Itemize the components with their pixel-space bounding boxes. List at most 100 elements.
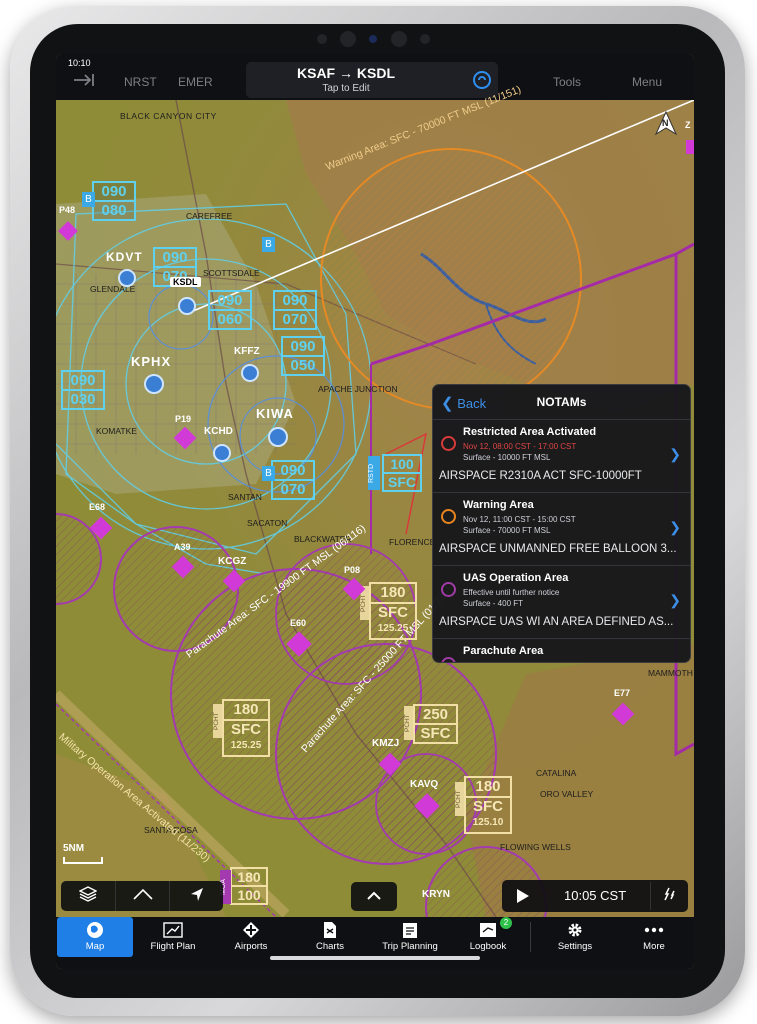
camera-dot bbox=[420, 34, 430, 44]
altitude-top: 100 bbox=[384, 456, 420, 474]
track-up-button[interactable] bbox=[169, 881, 224, 911]
tab-flight-plan[interactable]: Flight Plan bbox=[135, 917, 211, 957]
airport-symbol[interactable] bbox=[213, 444, 231, 462]
airport-label[interactable]: KMZJ bbox=[372, 738, 399, 749]
airport-label[interactable]: KSDL bbox=[170, 277, 201, 287]
airport-symbol[interactable] bbox=[89, 516, 113, 540]
altitude-bottom: 080 bbox=[101, 202, 127, 219]
tab-trip-planning[interactable]: Trip Planning bbox=[372, 917, 448, 957]
airport-label[interactable]: KCGZ bbox=[218, 556, 246, 567]
altitude-box: 090 050 bbox=[281, 336, 325, 376]
altitude-top: 180 bbox=[466, 778, 510, 798]
airport-symbol[interactable] bbox=[178, 297, 196, 315]
chevron-right-icon: ❯ bbox=[669, 446, 681, 462]
home-indicator[interactable] bbox=[270, 956, 480, 960]
weather-button[interactable] bbox=[650, 882, 687, 910]
app-screen: 10:10 NRST EMER KSAF → KSDL Tap to Edit … bbox=[56, 54, 694, 969]
logbook-icon bbox=[450, 920, 526, 940]
airport-symbol[interactable] bbox=[686, 140, 694, 154]
airport-symbol[interactable] bbox=[118, 269, 136, 287]
notam-row-text: AIRSPACE UAS WI AN AREA DEFINED AS... bbox=[439, 616, 674, 628]
airport-label[interactable]: E77 bbox=[614, 688, 630, 698]
layers-button[interactable] bbox=[61, 881, 115, 911]
tab-more[interactable]: More bbox=[616, 917, 692, 957]
tab-map[interactable]: Map bbox=[57, 917, 133, 957]
altitude-bottom: SFC bbox=[388, 474, 416, 490]
tab-settings[interactable]: Settings bbox=[537, 917, 613, 957]
camera-dot bbox=[391, 31, 407, 47]
tab-logbook[interactable]: 2 Logbook bbox=[450, 917, 526, 957]
airport-label[interactable]: Z bbox=[685, 120, 691, 130]
lightning-icon bbox=[661, 887, 677, 906]
airport-symbol[interactable] bbox=[222, 569, 246, 593]
airport-symbol[interactable] bbox=[171, 555, 195, 579]
camera-dot bbox=[317, 34, 327, 44]
flight-plan-icon bbox=[135, 920, 211, 940]
altitude-bottom: SFC bbox=[378, 604, 408, 621]
altitude-box: 090 070 bbox=[273, 290, 317, 330]
notam-row[interactable]: Parachute Area bbox=[433, 639, 690, 662]
parachute-area-label: Parachute Area: SFC - 19900 FT MSL (06/1… bbox=[184, 522, 368, 661]
airport-label[interactable]: KCHD bbox=[204, 426, 233, 437]
frequency-label: 125.25 bbox=[377, 623, 409, 634]
camera-dot bbox=[340, 31, 356, 47]
place-label: ORO VALLEY bbox=[540, 789, 594, 799]
expand-button[interactable] bbox=[351, 882, 397, 911]
pcht-tag: PCHT bbox=[455, 782, 465, 816]
chevron-right-icon: ❯ bbox=[669, 592, 681, 608]
airport-label[interactable]: KAVQ bbox=[410, 779, 438, 790]
airport-symbol[interactable] bbox=[611, 702, 635, 726]
tab-charts[interactable]: Charts bbox=[292, 917, 368, 957]
airport-symbol[interactable] bbox=[268, 427, 288, 447]
notam-row-time: Nov 12, 08:00 CST - 17:00 CST bbox=[463, 442, 577, 451]
airport-symbol[interactable] bbox=[58, 221, 78, 241]
scale-bar bbox=[63, 857, 103, 864]
airport-label[interactable]: KIWA bbox=[256, 406, 294, 421]
class-b-tag: B bbox=[262, 466, 275, 481]
altitude-top: 090 bbox=[273, 462, 313, 481]
altitude-top: 180 bbox=[371, 584, 415, 604]
altitude-top: 090 bbox=[210, 292, 250, 311]
route-button[interactable] bbox=[115, 881, 170, 911]
airport-label[interactable]: E60 bbox=[290, 618, 306, 628]
airport-label[interactable]: KFFZ bbox=[234, 346, 260, 357]
airport-label[interactable]: KRYN bbox=[422, 889, 450, 900]
airport-label[interactable]: KDVT bbox=[106, 250, 143, 264]
parachute-status-dot bbox=[441, 657, 456, 662]
notam-row-time: Effective until further notice bbox=[463, 588, 560, 597]
class-b-tag: B bbox=[82, 192, 95, 207]
altitude-bottom: SFC bbox=[473, 798, 503, 815]
airport-label[interactable]: KPHX bbox=[131, 354, 171, 369]
airport-label[interactable]: P08 bbox=[344, 565, 360, 575]
airport-symbol[interactable] bbox=[173, 426, 197, 450]
uas-status-dot bbox=[441, 582, 456, 597]
airport-label[interactable]: P48 bbox=[59, 205, 75, 215]
airport-symbol[interactable] bbox=[144, 374, 164, 394]
airport-label[interactable]: P19 bbox=[175, 414, 191, 424]
notam-row-text: AIRSPACE R2310A ACT SFC-10000FT bbox=[439, 470, 642, 482]
altitude-top: 090 bbox=[283, 338, 323, 357]
frequency-label: 125.10 bbox=[472, 817, 504, 828]
altitude-box: 100 SFC bbox=[382, 454, 422, 492]
airport-symbol[interactable] bbox=[286, 631, 312, 657]
tab-divider bbox=[530, 922, 531, 952]
play-button[interactable] bbox=[512, 886, 532, 906]
notam-row[interactable]: Restricted Area Activated Nov 12, 08:00 … bbox=[433, 420, 690, 493]
layers-icon bbox=[78, 885, 98, 907]
airport-label[interactable]: E68 bbox=[89, 502, 105, 512]
airport-label[interactable]: A39 bbox=[174, 542, 191, 552]
notam-row[interactable]: Warning Area Nov 12, 11:00 CST - 15:00 C… bbox=[433, 493, 690, 566]
tab-label: More bbox=[643, 941, 665, 952]
airport-symbol[interactable] bbox=[241, 364, 259, 382]
tab-airports[interactable]: Airports bbox=[213, 917, 289, 957]
place-label: MAMMOTH bbox=[648, 668, 693, 678]
notam-row-time: Nov 12, 11:00 CST - 15:00 CST bbox=[463, 515, 576, 524]
scale-label: 5NM bbox=[63, 843, 85, 854]
route-icon bbox=[133, 887, 153, 906]
notam-row[interactable]: UAS Operation Area Effective until furth… bbox=[433, 566, 690, 639]
altitude-box: 180 100 bbox=[230, 867, 268, 905]
airport-symbol[interactable] bbox=[414, 793, 440, 819]
tab-label: Logbook bbox=[469, 941, 507, 952]
airport-symbol[interactable] bbox=[378, 752, 402, 776]
altitude-top: 250 bbox=[415, 706, 456, 725]
